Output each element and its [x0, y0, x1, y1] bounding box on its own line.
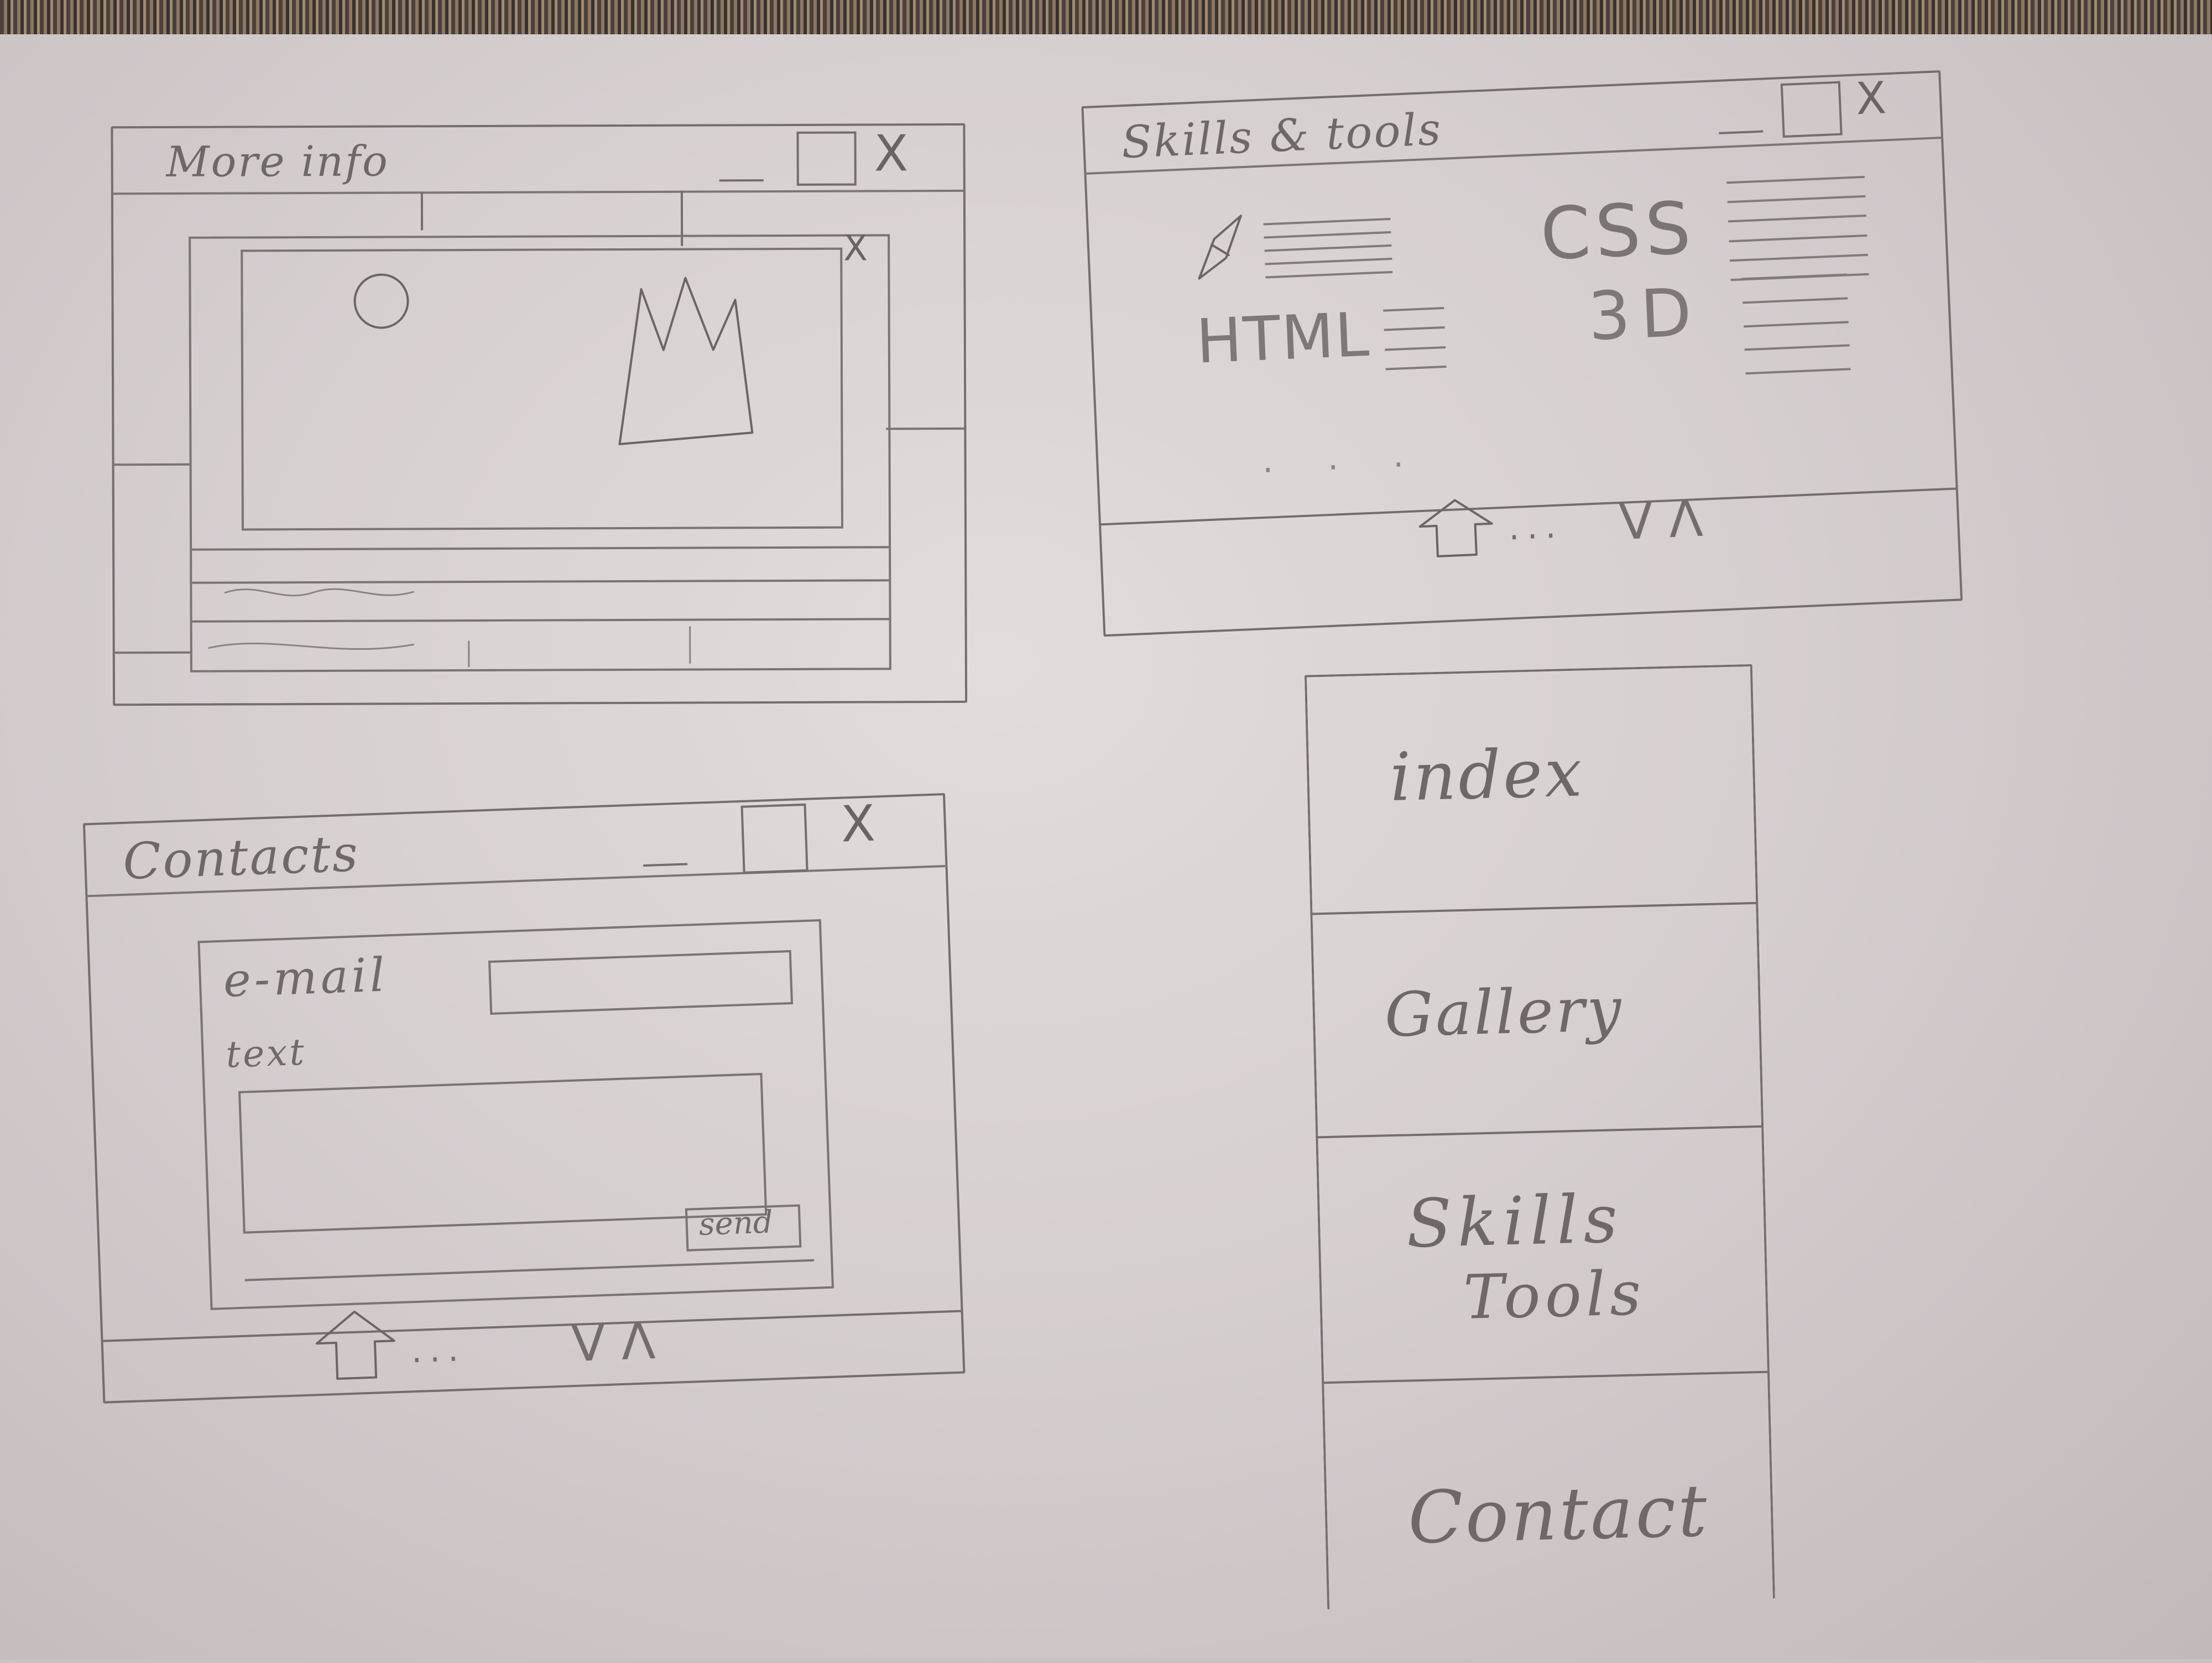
maximize-icon[interactable] — [796, 131, 857, 186]
close-icon[interactable]: X — [874, 124, 908, 183]
description-scribble — [208, 588, 691, 668]
menu-item-skills-label-line2: Tools — [1462, 1258, 1646, 1333]
skill-css-label: CSS — [1538, 185, 1697, 277]
image-viewer-panel: X — [189, 228, 891, 673]
more-info-side-rule — [112, 651, 190, 654]
skill-html-lines — [1383, 307, 1447, 371]
skills-pagination-ellipsis: ... — [1507, 507, 1564, 548]
more-info-side-rule — [886, 427, 967, 430]
maximize-icon[interactable] — [740, 803, 808, 874]
more-info-titlebar: More info X — [111, 123, 966, 195]
contacts-window: Contacts X e-mail text send ... V Λ — [82, 793, 966, 1404]
contacts-title: Contacts — [122, 825, 361, 891]
skill-html-label: HTML — [1194, 299, 1371, 377]
send-button[interactable]: send — [685, 1204, 802, 1252]
text-label: text — [225, 1030, 307, 1076]
menu-item-skills-tools[interactable]: Skills Tools — [1316, 1127, 1770, 1384]
menu-item-contact-label: Contact — [1407, 1468, 1710, 1560]
menu-item-gallery[interactable]: Gallery — [1310, 904, 1764, 1139]
skill-description-lines — [1263, 217, 1393, 279]
close-icon[interactable]: X — [840, 794, 876, 853]
email-label: e-mail — [222, 947, 389, 1008]
skills-title: Skills & tools — [1120, 103, 1443, 169]
carpet-background — [0, 0, 2212, 34]
skills-tools-window: Skills & tools X CSS HTML 3D . . . ... V… — [1081, 70, 1963, 637]
home-icon[interactable] — [310, 1305, 401, 1385]
navigation-menu: index Gallery Skills Tools Contact — [1304, 664, 1775, 1610]
maximize-icon[interactable] — [1780, 81, 1843, 138]
send-button-label: send — [698, 1204, 774, 1243]
more-info-side-rule — [112, 463, 190, 466]
menu-item-gallery-label: Gallery — [1384, 973, 1625, 1051]
menu-item-index-label: index — [1389, 734, 1585, 817]
more-info-tab-tick — [420, 191, 424, 231]
skills-more-ellipsis: . . . — [1261, 435, 1427, 481]
menu-item-index[interactable]: index — [1304, 664, 1759, 915]
close-icon[interactable]: X — [1855, 72, 1887, 124]
contact-form-panel: e-mail text send — [197, 919, 834, 1310]
skill-3d-lines — [1741, 273, 1851, 375]
email-field[interactable] — [488, 950, 794, 1015]
menu-item-skills-label-line1: Skills — [1405, 1180, 1624, 1263]
menu-item-contact[interactable]: Contact — [1322, 1373, 1775, 1605]
more-info-title: More info — [166, 136, 390, 186]
pencil-icon — [1198, 215, 1242, 280]
minimize-icon[interactable] — [643, 863, 688, 867]
minimize-icon[interactable] — [719, 179, 764, 182]
skill-3d-label: 3D — [1587, 274, 1703, 356]
minimize-icon[interactable] — [1719, 130, 1764, 134]
form-bottom-rule — [244, 1259, 815, 1281]
contacts-pagination-ellipsis: ... — [410, 1330, 467, 1371]
skills-nav-arrows[interactable]: V Λ — [1618, 490, 1704, 551]
wireframe-sheet: More info X X Skills & tools X CSS HTML … — [0, 30, 2212, 1663]
more-info-window: More info X X — [111, 123, 968, 706]
home-icon[interactable] — [1413, 493, 1499, 562]
skill-css-lines — [1726, 175, 1869, 281]
contacts-nav-arrows[interactable]: V Λ — [570, 1312, 656, 1373]
